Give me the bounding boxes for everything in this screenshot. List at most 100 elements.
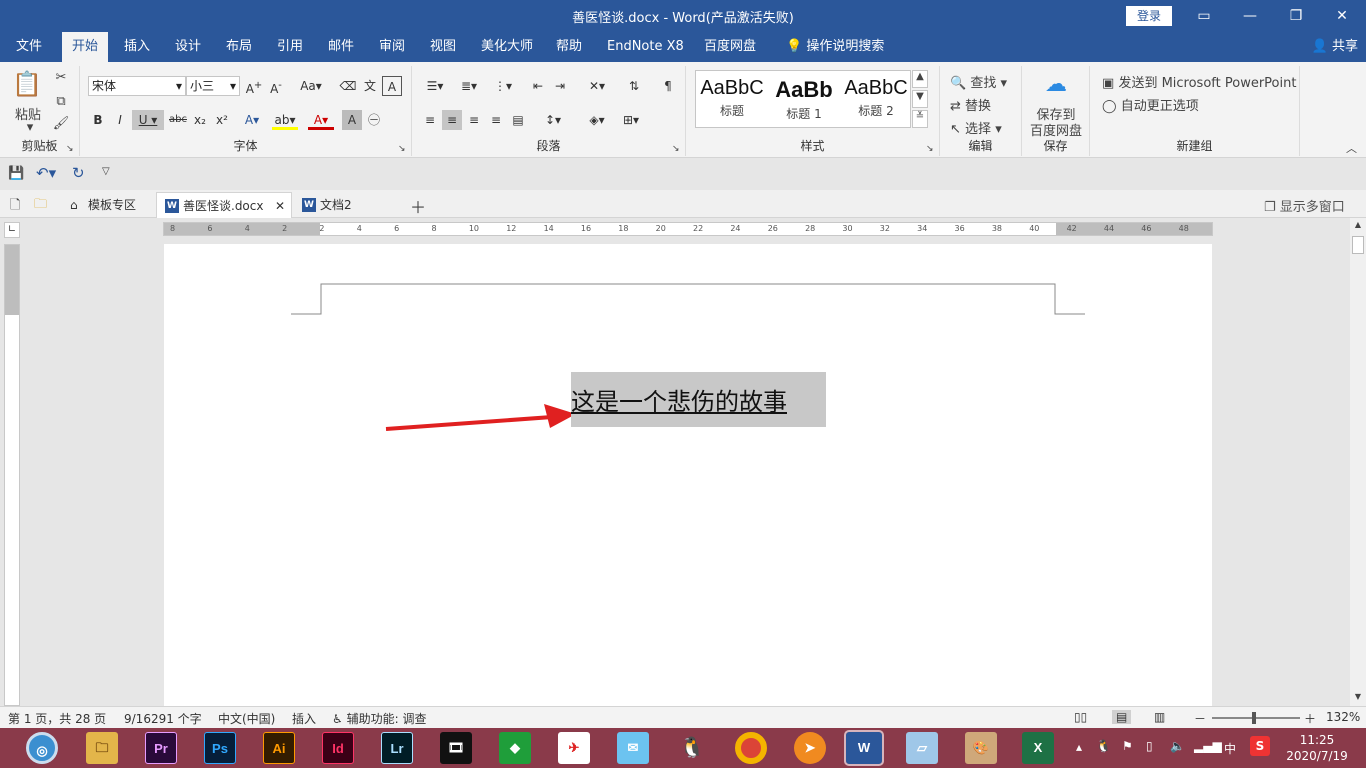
paste-icon[interactable]: 📋 xyxy=(12,70,42,100)
highlight-color-icon[interactable]: ab▾ xyxy=(272,110,298,130)
zoom-level[interactable]: 132% xyxy=(1326,710,1360,724)
add-tab-icon[interactable]: ＋ xyxy=(410,194,426,218)
tab-design[interactable]: 设计 xyxy=(165,32,211,62)
enclose-characters-icon[interactable]: ㊀ xyxy=(364,110,384,130)
folder-icon[interactable]: 🗀 xyxy=(34,195,47,217)
vertical-scrollbar[interactable]: ▲ ▼ xyxy=(1350,218,1366,706)
clipboard-launcher-icon[interactable]: ↘ xyxy=(66,144,74,154)
messaging-app-icon[interactable]: ✉ xyxy=(617,732,649,764)
restore-icon[interactable]: ❐ xyxy=(1273,0,1319,32)
excel-icon[interactable]: X xyxy=(1022,732,1054,764)
zoom-in-icon[interactable]: ＋ xyxy=(1304,710,1316,727)
tab-help[interactable]: 帮助 xyxy=(546,32,592,62)
qq-icon[interactable]: 🐧 xyxy=(676,732,708,764)
print-layout-icon[interactable]: ▤ xyxy=(1112,710,1132,724)
wps-icon[interactable]: ✈ xyxy=(558,732,590,764)
undo-icon[interactable]: ↶▾ xyxy=(36,164,56,182)
change-case-icon[interactable]: Aa▾ xyxy=(296,76,326,96)
autocorrect-options-button[interactable]: ◯ 自动更正选项 xyxy=(1102,95,1199,114)
font-color-icon[interactable]: A▾ xyxy=(308,110,334,130)
chrome-icon[interactable] xyxy=(735,732,767,764)
tab-layout[interactable]: 布局 xyxy=(216,32,262,62)
paint-icon[interactable]: 🎨 xyxy=(965,732,997,764)
align-left-icon[interactable]: ≡ xyxy=(420,110,440,130)
lightroom-icon[interactable]: Lr xyxy=(381,732,413,764)
tray-qq-icon[interactable]: 🐧 xyxy=(1096,739,1111,768)
justify-icon[interactable]: ≡ xyxy=(486,110,506,130)
tab-stop-selector-icon[interactable]: ∟ xyxy=(4,222,20,238)
zoom-slider[interactable] xyxy=(1212,717,1300,719)
file-explorer-icon[interactable]: 🗀 xyxy=(86,732,118,764)
tab-file[interactable]: 文件 xyxy=(6,32,52,62)
ribbon-display-options-icon[interactable]: ▭ xyxy=(1181,0,1227,32)
style-heading-2[interactable]: AaBbC 标题 2 xyxy=(840,71,912,129)
show-multi-window-button[interactable]: ❐ 显示多窗口 xyxy=(1264,196,1345,215)
scroll-up-icon[interactable]: ▲ xyxy=(1352,220,1364,229)
tab-view[interactable]: 视图 xyxy=(420,32,466,62)
phonetic-guide-icon[interactable]: 文 xyxy=(360,76,380,96)
green-app-icon[interactable]: ◆ xyxy=(499,732,531,764)
page-count[interactable]: 第 1 页，共 28 页 xyxy=(8,710,106,727)
tab-baidu-netdisk[interactable]: 百度网盘 xyxy=(694,32,766,62)
redo-icon[interactable]: ↻ xyxy=(72,164,85,182)
italic-button[interactable]: I xyxy=(110,110,130,130)
document-selected-text[interactable]: 这是一个悲伤的故事 xyxy=(571,382,787,417)
replace-button[interactable]: ⇄ 替换 xyxy=(950,95,991,114)
zoom-out-icon[interactable]: － xyxy=(1194,710,1206,727)
tab-insert[interactable]: 插入 xyxy=(114,32,160,62)
collapse-ribbon-icon[interactable]: ︿ xyxy=(1346,140,1357,156)
line-spacing-icon[interactable]: ↕▾ xyxy=(538,110,568,130)
minimize-icon[interactable]: — xyxy=(1227,0,1273,32)
font-name-combo[interactable]: 宋体 ▾ xyxy=(88,76,186,96)
login-button[interactable]: 登录 xyxy=(1126,6,1172,26)
superscript-icon[interactable]: x² xyxy=(212,110,232,130)
illustrator-icon[interactable]: Ai xyxy=(263,732,295,764)
scroll-down-icon[interactable]: ▼ xyxy=(1352,692,1364,701)
numbering-icon[interactable]: ≣▾ xyxy=(454,76,484,96)
bullets-icon[interactable]: ☰▾ xyxy=(420,76,450,96)
tell-me-search[interactable]: 💡 操作说明搜索 xyxy=(776,32,894,62)
tab-document-shanyi[interactable]: W 善医怪谈.docx ✕ xyxy=(156,192,292,218)
tab-endnote[interactable]: EndNote X8 xyxy=(597,32,694,62)
insert-mode[interactable]: 插入 xyxy=(292,710,316,727)
share-button[interactable]: 👤 共享 xyxy=(1312,32,1358,62)
zoom-slider-thumb[interactable] xyxy=(1252,712,1256,724)
tray-network-icon[interactable]: ▂▄▆ xyxy=(1194,739,1222,768)
ime-indicator[interactable]: 中 xyxy=(1224,740,1236,768)
strikethrough-icon[interactable]: abc xyxy=(168,110,188,130)
paste-dropdown-icon[interactable]: ▾ xyxy=(20,120,40,135)
video-editor-icon[interactable]: 🎞 xyxy=(440,732,472,764)
close-tab-icon[interactable]: ✕ xyxy=(275,193,285,219)
bold-button[interactable]: B xyxy=(88,110,108,130)
styles-launcher-icon[interactable]: ↘ xyxy=(926,144,934,154)
font-launcher-icon[interactable]: ↘ xyxy=(398,144,406,154)
select-button[interactable]: ↖ 选择 ▾ xyxy=(950,118,1002,137)
character-border-icon[interactable]: A xyxy=(382,76,402,96)
format-painter-icon[interactable]: 🖌 xyxy=(52,116,70,131)
accessibility-checker[interactable]: ♿ 辅助功能: 调查 xyxy=(332,710,426,727)
tab-home[interactable]: 开始 xyxy=(62,32,109,62)
subscript-icon[interactable]: x₂ xyxy=(190,110,210,130)
distributed-icon[interactable]: ▤ xyxy=(508,110,528,130)
notepad-icon[interactable]: ▱ xyxy=(906,732,938,764)
tray-volume-icon[interactable]: 🔈 xyxy=(1170,739,1185,768)
multilevel-list-icon[interactable]: ⋮▾ xyxy=(488,76,518,96)
read-mode-icon[interactable]: ▯▯ xyxy=(1074,710,1087,724)
grow-font-icon[interactable]: A+ xyxy=(244,76,264,96)
tab-mailings[interactable]: 邮件 xyxy=(318,32,364,62)
paragraph-launcher-icon[interactable]: ↘ xyxy=(672,144,680,154)
style-heading[interactable]: AaBbC 标题 xyxy=(696,71,768,129)
baidu-cloud-icon[interactable]: ☁ xyxy=(1042,72,1070,97)
text-effects-icon[interactable]: A▾ xyxy=(242,110,262,130)
close-icon[interactable]: ✕ xyxy=(1319,0,1365,32)
character-shading-icon[interactable]: A xyxy=(342,110,362,130)
save-icon[interactable]: 💾 xyxy=(8,166,24,181)
shading-icon[interactable]: ◈▾ xyxy=(582,110,612,130)
send-to-powerpoint-button[interactable]: ▣ 发送到 Microsoft PowerPoint xyxy=(1102,72,1296,91)
tab-review[interactable]: 审阅 xyxy=(369,32,415,62)
orange-app-icon[interactable]: ➤ xyxy=(794,732,826,764)
borders-icon[interactable]: ⊞▾ xyxy=(616,110,646,130)
indesign-icon[interactable]: Id xyxy=(322,732,354,764)
word-count[interactable]: 9/16291 个字 xyxy=(124,710,202,727)
web-layout-icon[interactable]: ▥ xyxy=(1154,710,1165,724)
